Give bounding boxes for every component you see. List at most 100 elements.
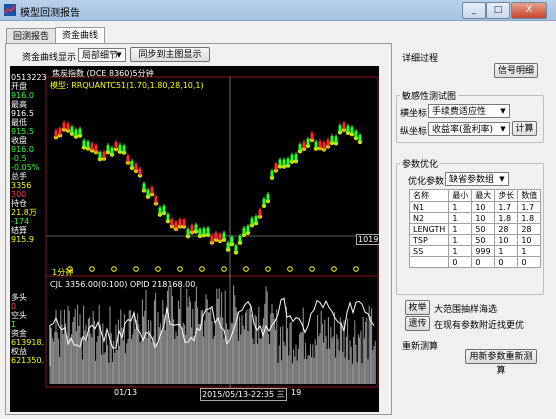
quote-info-panel: 0513223 开盘 916.0 最高 916.5 最低 915.5 收盘 916.0 -0.5-…: [10, 66, 47, 412]
calculate-button[interactable]: 计算: [512, 121, 537, 136]
candle-body: [242, 227, 246, 234]
y-axis-select[interactable]: 收益率(盈利率) ▼: [428, 122, 510, 136]
minimize-button[interactable]: _: [462, 2, 486, 19]
param-cell[interactable]: 10: [471, 212, 496, 224]
param-cell[interactable]: N1: [408, 201, 450, 213]
param-table[interactable]: 名称 最小 最大 步长 数值 N1 1 10 1.7 1.7 N2 1 10 1.8 1.8 LENGTH 1…: [408, 189, 542, 268]
param-cell[interactable]: 28: [517, 223, 542, 235]
param-cell[interactable]: 1: [494, 245, 519, 257]
param-row[interactable]: SS 1 999 1 1: [408, 245, 542, 257]
param-cell[interactable]: 1: [448, 201, 473, 213]
detail-section-title: 详细过程: [400, 51, 441, 64]
candle-body: [286, 158, 290, 165]
param-cell[interactable]: [408, 256, 450, 268]
param-cell[interactable]: 10: [494, 234, 519, 246]
candle-body: [346, 125, 350, 132]
candle-body: [186, 229, 190, 236]
param-cell[interactable]: 1.8: [517, 212, 542, 224]
param-cell[interactable]: 1: [448, 212, 473, 224]
candle-body: [314, 141, 318, 148]
candle-body: [274, 163, 278, 170]
maximize-button[interactable]: □: [486, 2, 510, 19]
param-cell[interactable]: LENGTH: [408, 223, 450, 235]
date-axis-label-right: 19: [291, 388, 302, 397]
candle-body: [166, 214, 170, 221]
param-cell[interactable]: 1.7: [494, 201, 519, 213]
candle-body: [182, 219, 186, 226]
candle-body: [158, 207, 162, 214]
candle-body: [110, 147, 114, 154]
param-cell[interactable]: 1: [517, 245, 542, 257]
param-cell[interactable]: 1: [448, 223, 473, 235]
candle-body: [194, 224, 198, 231]
param-row[interactable]: LENGTH 1 50 28 28: [408, 223, 542, 235]
param-cell[interactable]: 0: [494, 256, 519, 268]
candle-body: [162, 205, 166, 212]
param-row[interactable]: 0000: [408, 256, 542, 268]
window-title: 模型回测报告: [20, 8, 80, 19]
param-cell[interactable]: TSP: [408, 234, 450, 246]
candle-body: [98, 152, 102, 159]
price-crosshair-label: 1019.0: [356, 234, 379, 245]
param-cell[interactable]: 1.7: [517, 201, 542, 213]
param-row[interactable]: N2 1 10 1.8 1.8: [408, 212, 542, 224]
candle-body: [358, 134, 362, 141]
param-row[interactable]: N1 1 10 1.7 1.7: [408, 201, 542, 213]
candle-body: [342, 122, 346, 129]
param-cell[interactable]: N2: [408, 212, 450, 224]
param-cell[interactable]: 50: [471, 223, 496, 235]
candle-body: [210, 235, 214, 242]
y-axis-label: 纵坐标: [400, 127, 428, 137]
param-row[interactable]: TSP 1 50 10 10: [408, 234, 542, 246]
chevron-down-icon: ▼: [500, 107, 506, 115]
param-cell[interactable]: 1: [448, 245, 473, 257]
candle-body: [174, 221, 178, 228]
param-cell[interactable]: 0: [517, 256, 542, 268]
candle-body: [106, 145, 110, 152]
backtest-chart[interactable]: 焦炭指数 (DCE 8360)5分钟 模型: RRQUANTC51(1.70,1…: [10, 66, 379, 412]
param-cell[interactable]: 10: [517, 234, 542, 246]
candle-body: [298, 144, 302, 151]
param-cell[interactable]: 0: [471, 256, 496, 268]
candle-body: [78, 128, 82, 135]
retest-title: 重新测算: [400, 339, 441, 352]
candle-body: [126, 155, 130, 162]
candle-body: [122, 145, 126, 152]
candle-body: [178, 219, 182, 226]
candle-body: [322, 142, 326, 149]
x-axis-label: 横坐标: [400, 109, 428, 119]
param-column-header: 步长: [494, 189, 519, 202]
param-cell[interactable]: 1: [448, 234, 473, 246]
chevron-down-icon: ▼: [499, 175, 505, 183]
candle-body: [170, 219, 174, 226]
candle-body: [58, 128, 62, 135]
param-cell[interactable]: SS: [408, 245, 450, 257]
cursor-time-label: 2015/05/13-22:35 三: [200, 388, 287, 401]
param-cell[interactable]: 1.8: [494, 212, 519, 224]
candle-body: [282, 159, 286, 166]
signal-marker: [287, 266, 293, 272]
candle-body: [350, 127, 354, 134]
display-mode-select[interactable]: 局部细节 ▼: [78, 48, 126, 62]
signal-detail-button[interactable]: 信号明细: [494, 63, 538, 78]
param-cell[interactable]: 0: [448, 256, 473, 268]
sync-to-main-chart-button[interactable]: 同步到主图显示: [130, 47, 210, 62]
param-cell[interactable]: 10: [471, 201, 496, 213]
close-button[interactable]: X: [511, 2, 547, 19]
exhaust-button[interactable]: 枚举: [405, 300, 430, 315]
candle-body: [74, 129, 78, 136]
param-cell[interactable]: 999: [471, 245, 496, 257]
genetic-button[interactable]: 遗传: [405, 316, 430, 331]
period-label: 1分钟: [52, 268, 74, 277]
candle-body: [142, 183, 146, 190]
opt-param-select[interactable]: 缺省参数组 ▼: [445, 172, 509, 186]
param-cell[interactable]: 28: [494, 223, 519, 235]
chart-instrument-header: 焦炭指数 (DCE 8360)5分钟: [52, 69, 154, 78]
candle-body: [82, 140, 86, 147]
retest-button[interactable]: 用新参数重新测算: [465, 349, 537, 376]
candle-body: [102, 151, 106, 158]
param-cell[interactable]: 50: [471, 234, 496, 246]
candle-body: [266, 194, 270, 201]
x-axis-select[interactable]: 手续费适应性 ▼: [428, 104, 510, 118]
indicator-header: CJL 3356.00(0:100) OPID 218168.00: [50, 280, 196, 289]
